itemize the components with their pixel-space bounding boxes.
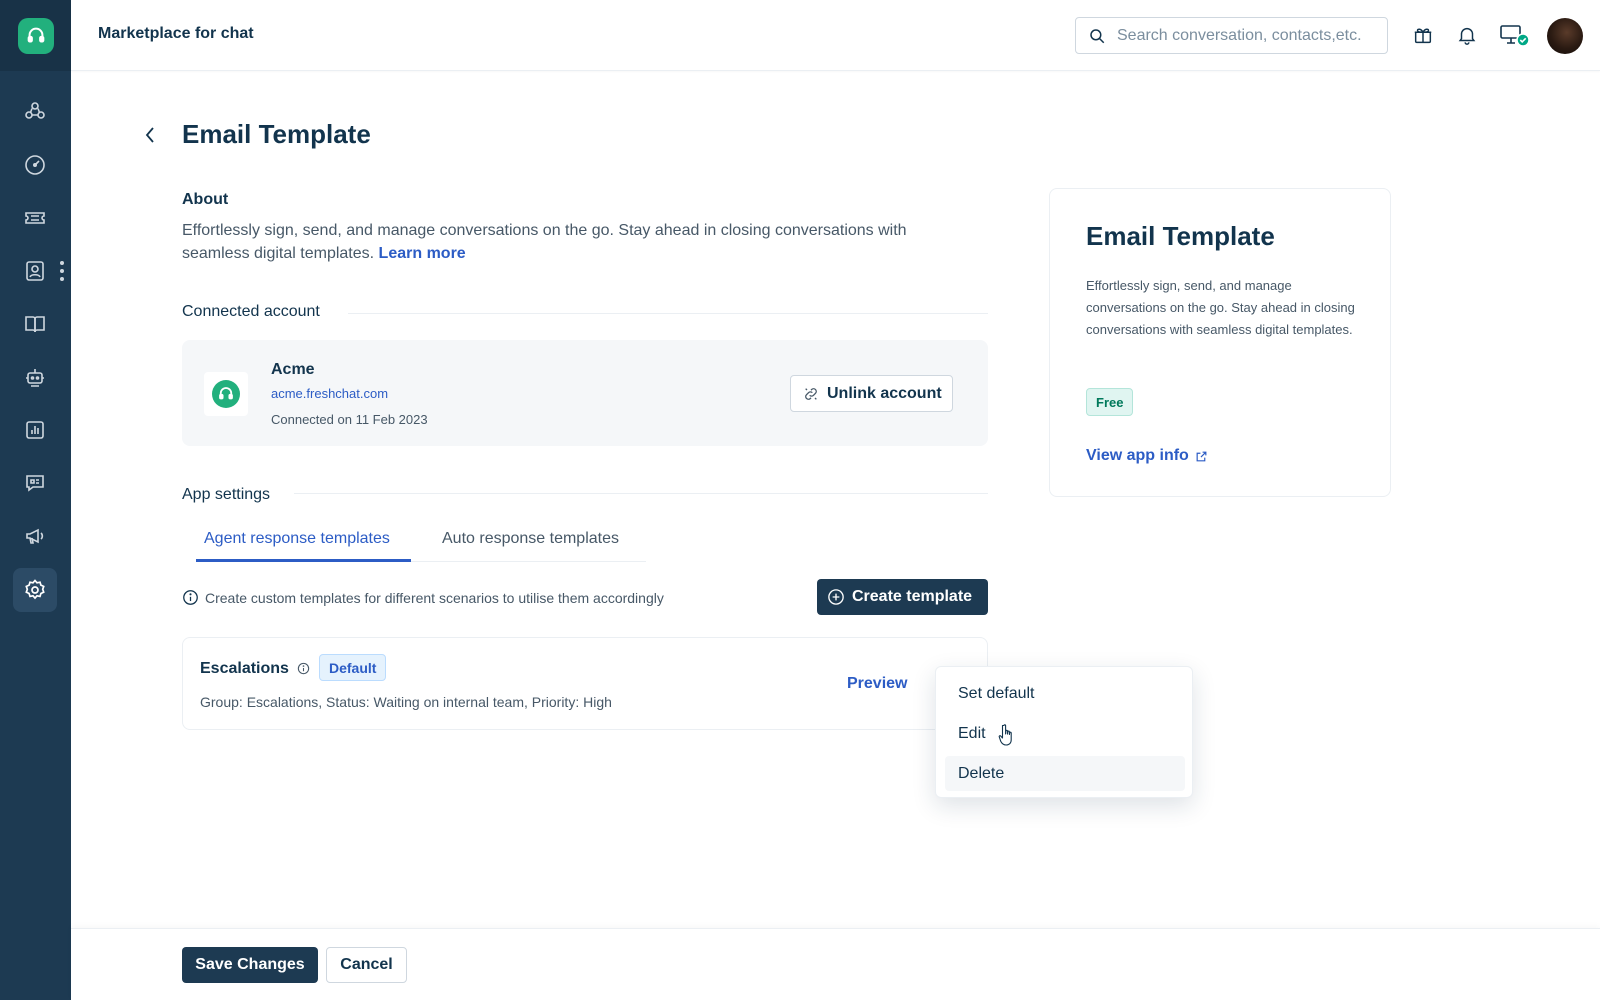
view-app-info-link[interactable]: View app info [1086, 447, 1208, 465]
external-link-icon [1196, 451, 1207, 461]
sidebar-item-tickets[interactable] [13, 196, 57, 240]
app-card-description: Effortlessly sign, send, and manage conv… [1086, 278, 1355, 337]
sidebar-item-settings[interactable] [13, 568, 57, 612]
search-icon [1090, 28, 1105, 43]
section-divider [348, 313, 988, 314]
user-avatar[interactable] [1547, 18, 1583, 54]
account-domain-link[interactable]: acme.freshchat.com [271, 386, 388, 401]
freshchat-logo[interactable] [17, 17, 54, 54]
sidebar-item-contacts[interactable] [13, 249, 57, 293]
about-heading: About [182, 191, 229, 208]
sidebar-item-bots[interactable] [13, 355, 57, 399]
chat-icon [26, 475, 44, 492]
page-title: Email Template [182, 119, 371, 149]
sidebar-item-team[interactable] [13, 90, 57, 134]
app-settings-heading: App settings [182, 486, 271, 503]
account-name: Acme [271, 361, 315, 378]
app-card-title: Email Template [1086, 221, 1275, 251]
template-row: Escalations Default Group: Escalations, … [182, 637, 988, 730]
template-description: Group: Escalations, Status: Waiting on i… [200, 694, 612, 710]
menu-item-delete[interactable]: Delete [945, 756, 1185, 791]
active-tab-indicator [196, 559, 411, 562]
sidebar-item-campaigns[interactable] [13, 514, 57, 558]
preview-link[interactable]: Preview [847, 675, 907, 693]
global-search[interactable] [1075, 17, 1388, 54]
chevron-left-icon [145, 127, 154, 143]
dashboard-icon [25, 155, 45, 175]
agent-status-icon[interactable] [1499, 23, 1531, 47]
unlink-account-button[interactable]: Unlink account [790, 375, 953, 412]
account-logo [204, 372, 248, 416]
account-connected-date: Connected on 11 Feb 2023 [271, 412, 428, 427]
template-info-icon[interactable] [297, 662, 310, 680]
info-icon [183, 590, 198, 605]
menu-item-edit[interactable]: Edit [945, 716, 1185, 751]
menu-item-set-default[interactable]: Set default [945, 676, 1185, 711]
template-name: Escalations [200, 660, 289, 677]
sidebar-item-knowledge-base[interactable] [13, 302, 57, 346]
bell-icon[interactable] [1455, 23, 1479, 47]
sidebar-item-chat[interactable] [13, 461, 57, 505]
create-template-button[interactable]: Create template [817, 579, 988, 615]
cancel-button[interactable]: Cancel [326, 947, 407, 983]
create-template-label: Create template [852, 588, 973, 605]
hand-cursor-icon [998, 724, 1012, 746]
learn-more-link[interactable]: Learn more [379, 245, 466, 262]
unlink-account-label: Unlink account [827, 384, 942, 402]
app-title: Marketplace for chat [98, 25, 254, 42]
reports-icon [26, 421, 44, 439]
default-badge: Default [319, 654, 387, 681]
sidebar [0, 0, 71, 1000]
gift-icon[interactable] [1411, 23, 1435, 47]
freshchat-account-icon [212, 380, 240, 408]
about-text: Effortlessly sign, send, and manage conv… [182, 222, 907, 262]
top-bar: Marketplace for chat [71, 0, 1600, 71]
section-divider [294, 493, 988, 494]
template-tabs: Agent response templates Auto response t… [196, 524, 646, 562]
settings-icon [25, 579, 45, 600]
pricing-badge: Free [1086, 388, 1134, 416]
campaigns-icon [26, 528, 44, 544]
sidebar-item-reports[interactable] [13, 408, 57, 452]
team-icon [25, 102, 45, 119]
footer-bar: Save Changes Cancel [71, 928, 1600, 1000]
back-button[interactable] [141, 125, 159, 145]
search-input[interactable] [1117, 26, 1377, 45]
tab-agent-response-templates[interactable]: Agent response templates [204, 530, 390, 548]
templates-info-text: Create custom templates for different sc… [205, 589, 664, 606]
about-description: Effortlessly sign, send, and manage conv… [182, 219, 962, 265]
app-info-card: Email Template Effortlessly sign, send, … [1049, 188, 1391, 497]
sidebar-logo-area [0, 0, 71, 71]
sidebar-item-dashboard[interactable] [13, 143, 57, 187]
contacts-icon [26, 261, 44, 281]
connected-account-heading: Connected account [182, 303, 320, 320]
plus-circle-icon [828, 589, 844, 605]
view-app-info-label: View app info [1086, 447, 1189, 464]
knowledge-base-icon [25, 316, 45, 333]
template-actions-menu: Set default Edit Delete [935, 666, 1193, 798]
bot-icon [26, 369, 44, 387]
tab-auto-response-templates[interactable]: Auto response templates [442, 530, 619, 548]
unlink-icon [805, 387, 817, 400]
ticket-icon [25, 212, 45, 224]
save-changes-button[interactable]: Save Changes [182, 947, 318, 983]
templates-info: Create custom templates for different sc… [182, 589, 664, 606]
sidebar-more-icon[interactable] [59, 261, 65, 281]
connected-account-card: Acme acme.freshchat.com Connected on 11 … [182, 340, 988, 446]
